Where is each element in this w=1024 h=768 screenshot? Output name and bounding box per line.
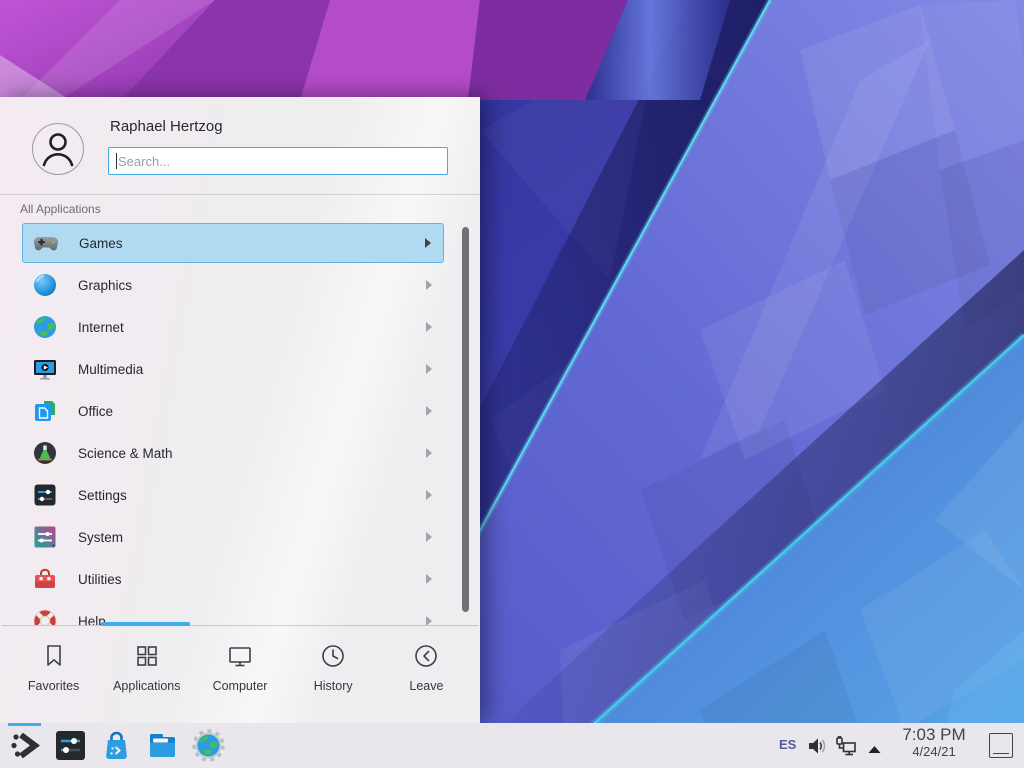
category-label: Utilities: [78, 572, 426, 587]
tabbar-separator: [2, 625, 478, 626]
toolbox-icon: [32, 566, 58, 592]
keyboard-layout-indicator[interactable]: ES: [779, 737, 796, 752]
category-label: Settings: [78, 488, 426, 503]
category-games[interactable]: Games: [22, 223, 444, 263]
user-avatar[interactable]: [32, 123, 84, 175]
submenu-arrow-icon: [426, 448, 432, 458]
kickoff-icon: [8, 729, 41, 762]
user-icon: [33, 124, 83, 174]
category-label: System: [78, 530, 426, 545]
wired-network-icon[interactable]: [834, 734, 858, 763]
application-launcher-menu: Raphael Hertzog All Applications: [0, 97, 480, 723]
taskbar-panel: ES 7:03 PM 4/24/2: [0, 723, 1024, 768]
category-science-math[interactable]: Science & Math: [22, 432, 444, 474]
tab-label: Computer: [213, 679, 268, 693]
header-separator: [0, 194, 480, 195]
submenu-arrow-icon: [426, 574, 432, 584]
clock-icon: [319, 642, 347, 670]
category-multimedia[interactable]: Multimedia: [22, 348, 444, 390]
system-sliders-icon: [32, 524, 58, 550]
category-label: Office: [78, 404, 426, 419]
launcher-header: Raphael Hertzog: [0, 97, 480, 194]
gamepad-icon: [33, 230, 59, 256]
submenu-arrow-icon: [426, 616, 432, 625]
category-label: Games: [79, 236, 425, 251]
user-name: Raphael Hertzog: [110, 118, 223, 135]
submenu-arrow-icon: [426, 532, 432, 542]
flask-icon: [32, 440, 58, 466]
tab-label: History: [314, 679, 353, 693]
system-settings-button[interactable]: [54, 729, 87, 762]
category-list: Games Graphics: [0, 222, 480, 625]
category-utilities[interactable]: Utilities: [22, 558, 444, 600]
application-launcher-button[interactable]: [8, 729, 41, 762]
category-graphics[interactable]: Graphics: [22, 264, 444, 306]
globe-gear-icon: [192, 729, 225, 762]
tab-applications[interactable]: Applications: [100, 628, 193, 723]
category-help[interactable]: Help: [22, 600, 444, 625]
tab-label: Favorites: [28, 679, 79, 693]
leave-icon: [412, 642, 440, 670]
tab-leave[interactable]: Leave: [380, 628, 473, 723]
shopping-bag-icon: [100, 729, 133, 762]
grid-icon: [133, 642, 161, 670]
web-browser-button[interactable]: [192, 729, 225, 762]
text-cursor: [116, 153, 117, 169]
category-label: Graphics: [78, 278, 426, 293]
file-manager-button[interactable]: [146, 729, 179, 762]
lifebuoy-icon: [32, 608, 58, 625]
launcher-tabbar: Favorites Applications: [7, 628, 473, 723]
category-office[interactable]: Office: [22, 390, 444, 432]
category-settings[interactable]: Settings: [22, 474, 444, 516]
discover-button[interactable]: [100, 729, 133, 762]
submenu-arrow-icon: [425, 238, 431, 248]
folder-icon: [146, 729, 179, 762]
category-label: Multimedia: [78, 362, 426, 377]
expand-tray-icon[interactable]: [867, 741, 882, 759]
computer-icon: [226, 642, 254, 670]
documents-icon: [32, 398, 58, 424]
monitor-play-icon: [32, 356, 58, 382]
active-tab-indicator: [101, 622, 190, 626]
tab-label: Leave: [409, 679, 443, 693]
category-system[interactable]: System: [22, 516, 444, 558]
section-label: All Applications: [20, 202, 101, 216]
show-desktop-button[interactable]: [989, 733, 1013, 758]
search-input[interactable]: [109, 148, 447, 174]
volume-icon[interactable]: [806, 735, 828, 762]
list-scrollbar[interactable]: [462, 227, 469, 612]
digital-clock[interactable]: 7:03 PM 4/24/21: [891, 726, 977, 759]
submenu-arrow-icon: [426, 364, 432, 374]
category-label: Internet: [78, 320, 426, 335]
paint-sphere-icon: [32, 272, 58, 298]
category-internet[interactable]: Internet: [22, 306, 444, 348]
submenu-arrow-icon: [426, 322, 432, 332]
settings-sliders-icon: [54, 729, 87, 762]
submenu-arrow-icon: [426, 490, 432, 500]
desktop: Raphael Hertzog All Applications: [0, 0, 1024, 768]
submenu-arrow-icon: [426, 280, 432, 290]
category-label: Science & Math: [78, 446, 426, 461]
tab-history[interactable]: History: [287, 628, 380, 723]
tab-computer[interactable]: Computer: [193, 628, 286, 723]
tab-favorites[interactable]: Favorites: [7, 628, 100, 723]
launcher-active-indicator: [8, 723, 41, 726]
submenu-arrow-icon: [426, 406, 432, 416]
bookmark-icon: [40, 642, 68, 670]
tab-label: Applications: [113, 679, 180, 693]
search-box[interactable]: [108, 147, 448, 175]
sliders-icon: [32, 482, 58, 508]
globe-icon: [32, 314, 58, 340]
clock-time: 7:03 PM: [891, 726, 977, 745]
clock-date: 4/24/21: [891, 745, 977, 759]
